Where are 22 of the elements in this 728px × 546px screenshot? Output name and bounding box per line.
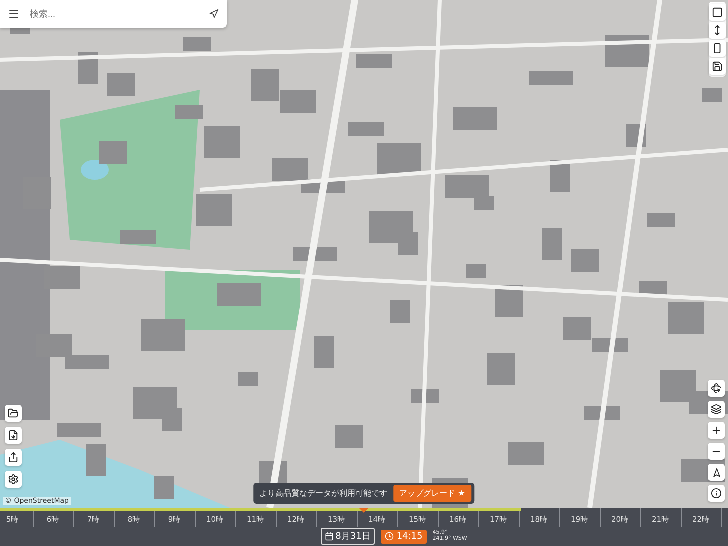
clock-icon bbox=[384, 532, 394, 541]
search-field[interactable]: 検索... bbox=[0, 0, 227, 28]
folder-icon[interactable] bbox=[5, 405, 22, 422]
time-cursor[interactable] bbox=[359, 508, 369, 513]
share-icon[interactable] bbox=[5, 449, 22, 466]
info-icon[interactable] bbox=[708, 485, 725, 502]
save-icon[interactable] bbox=[709, 58, 726, 75]
zoom-in-icon[interactable] bbox=[708, 422, 725, 439]
zoom-out-icon[interactable] bbox=[708, 443, 725, 460]
calendar-icon bbox=[324, 532, 334, 541]
menu-icon[interactable] bbox=[8, 8, 20, 20]
layers-icon[interactable] bbox=[708, 401, 725, 418]
date-button[interactable]: 8月31日 bbox=[320, 528, 375, 545]
settings-icon[interactable] bbox=[5, 471, 22, 488]
rectangle-icon[interactable] bbox=[709, 40, 726, 57]
navigation-arrow-icon[interactable] bbox=[209, 9, 219, 19]
banner-message: より高品質なデータが利用可能です bbox=[260, 488, 388, 499]
file-download-icon[interactable] bbox=[5, 427, 22, 444]
frame-icon[interactable] bbox=[709, 4, 726, 21]
search-input[interactable]: 検索... bbox=[28, 8, 201, 20]
rotate-3d-icon[interactable] bbox=[708, 380, 725, 397]
vertical-arrows-icon[interactable] bbox=[709, 22, 726, 39]
